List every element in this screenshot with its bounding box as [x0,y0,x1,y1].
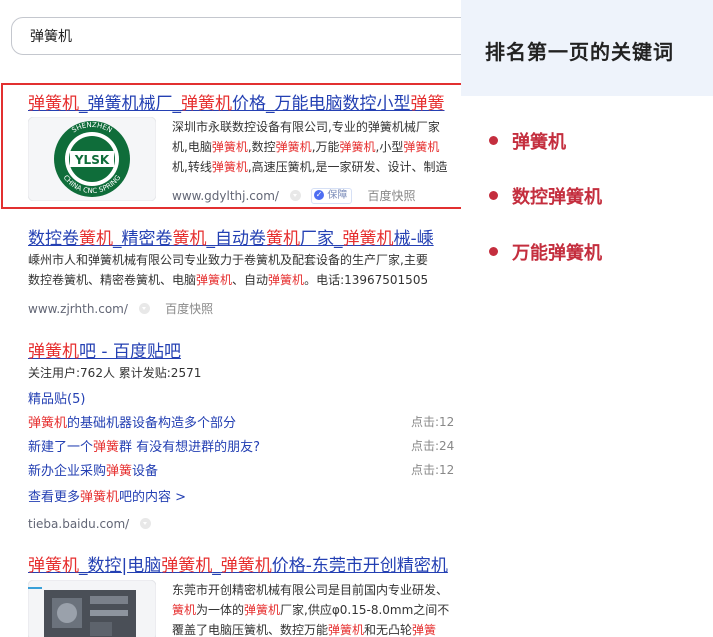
title-highlight: 弹簧机 [220,556,272,576]
result-3-url[interactable]: tieba.baidu.com/ [28,517,129,531]
post-highlight: 弹簧 [106,464,133,479]
result-4-desc-line-1: 东莞市开创精密机械有限公司是目前国内专业研发、 [172,583,449,597]
desc-text: 厂家,供应φ0.15-8.0mm之间不 [280,603,450,617]
result-3-stats: 关注用户:762人 累计发贴:2571 [28,366,202,380]
post-text: 的基础机器设备构造多个部分 [67,416,237,431]
post-highlight: 弹簧机 [28,416,68,431]
post-highlight: 弹簧 [93,440,120,455]
desc-text: 数控卷簧机、精密卷簧机、电脑 [28,273,197,287]
more-text: 查看更多 [28,490,81,505]
desc-text: 。电话:13967501505 [304,273,429,287]
result-4-thumbnail[interactable] [28,580,156,637]
post-text: 新建了一个 [28,440,94,455]
title-text: _ [212,556,221,576]
keyword-panel-header: 排名第一页的关键词 [461,0,713,96]
title-text: 数控卷 [28,229,79,249]
keyword-panel-title: 排名第一页的关键词 [485,40,674,64]
post-link[interactable]: 弹簧机的基础机器设备构造多个部分 [28,412,236,431]
title-text: 械-嵊 [393,229,434,249]
chevron-down-icon[interactable] [140,518,152,529]
featured-posts-link[interactable]: 精品贴(5) [28,388,85,407]
post-text: 设备 [132,464,159,479]
result-4-title[interactable]: 弹簧机_数控|电脑弹簧机_弹簧机价格-东莞市开创精密机 [28,551,448,576]
keyword-item: 数控弹簧机 [489,183,602,209]
result-2-desc-line-2: 数控卷簧机、精密卷簧机、电脑弹簧机、自动弹簧机。电话:13967501505 [28,270,428,290]
post-link[interactable]: 新办企业采购弹簧设备 [28,460,158,479]
search-input[interactable] [28,27,432,45]
title-text: _精密卷 [113,229,173,249]
desc-text: 覆盖了电脑压簧机、数控万能 [172,623,329,637]
post-link[interactable]: 新建了一个弹簧群 有没有想进群的朋友? [28,436,260,455]
title-highlight: 簧机 [266,229,300,249]
desc-highlight: 弹簧机 [268,273,305,287]
post-clicks: 点击:12 [411,463,455,477]
title-highlight: 弹簧机 [342,229,394,249]
title-text: _自动卷 [206,229,267,249]
title-highlight: 弹簧机 [28,556,79,576]
title-text: 价格-东莞市开创精密机 [271,556,448,576]
desc-highlight: 弹簧机 [328,623,365,637]
title-text: 厂家_ [300,229,343,249]
title-text: _数控|电脑 [79,556,162,576]
post-clicks: 点击:24 [411,439,455,453]
title-highlight: 簧机 [172,229,207,249]
highlight-box [1,83,461,209]
result-2-meta: www.zjrhth.com/ 百度快照 [28,298,213,317]
desc-highlight: 弹簧 [412,623,437,637]
result-3-meta: tieba.baidu.com/ [28,513,152,532]
keyword-panel: 排名第一页的关键词 弹簧机 数控弹簧机 万能弹簧机 [461,0,713,637]
keyword-item: 弹簧机 [489,128,566,154]
keyword-item: 万能弹簧机 [489,239,602,265]
more-highlight: 弹簧机 [80,490,120,505]
desc-text: 和无凸轮 [364,623,413,637]
desc-highlight: 弹簧机 [244,603,281,617]
more-posts-link[interactable]: 查看更多弹簧机吧的内容 > [28,486,186,505]
post-text: 新办企业采购 [28,464,107,479]
title-text: 吧 - 百度贴吧 [79,342,181,362]
title-highlight: 弹簧机 [161,556,213,576]
keyword-label: 弹簧机 [512,132,566,153]
search-box[interactable] [11,17,461,55]
result-4-desc-line-3: 覆盖了电脑压簧机、数控万能弹簧机和无凸轮弹簧 [172,620,436,637]
post-text: 群 有没有想进群的朋友? [119,440,261,455]
result-2-snapshot-link[interactable]: 百度快照 [165,302,213,316]
desc-text: 、自动 [232,273,269,287]
keyword-label: 数控弹簧机 [512,187,602,208]
desc-highlight: 弹簧机 [196,273,233,287]
result-3-title[interactable]: 弹簧机吧 - 百度贴吧 [28,337,181,362]
result-4-desc-line-2: 簧机为一体的弹簧机厂家,供应φ0.15-8.0mm之间不 [172,600,449,620]
keyword-label: 万能弹簧机 [512,243,602,264]
chevron-down-icon[interactable] [139,303,151,314]
title-highlight: 簧机 [79,229,113,249]
desc-text: 为一体的 [196,603,245,617]
result-2-desc-line-1: 嵊州市人和弹簧机械有限公司专业致力于卷簧机及配套设备的生产厂家,主要 [28,253,428,267]
desc-highlight: 簧机 [172,603,197,617]
more-text: 吧的内容 > [119,490,187,505]
title-highlight: 弹簧机 [28,342,79,362]
search-results-page: 弹簧机_弹簧机械厂_弹簧机价格_万能电脑数控小型弹簧 YLSK SHENZHEN… [0,0,461,637]
result-2-url[interactable]: www.zjrhth.com/ [28,302,128,316]
result-2-title[interactable]: 数控卷簧机_精密卷簧机_自动卷簧机厂家_弹簧机械-嵊 [28,224,434,249]
post-clicks: 点击:12 [411,415,455,429]
